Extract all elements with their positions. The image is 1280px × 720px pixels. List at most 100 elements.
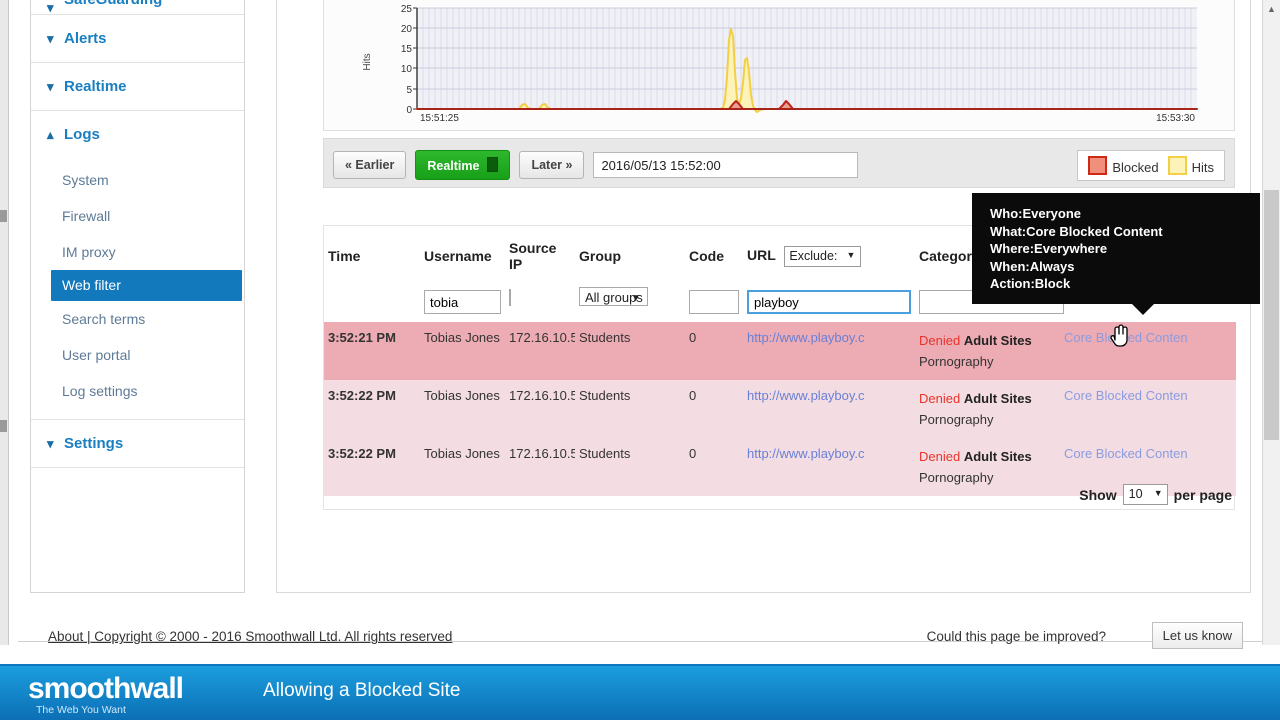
table-row[interactable]: 3:52:21 PM Tobias Jones 172.16.10.5 Stud… xyxy=(324,322,1237,380)
cell-code: 0 xyxy=(685,322,743,380)
cell-time: 3:52:21 PM xyxy=(324,322,420,380)
url-link[interactable]: http://www.playboy.c xyxy=(747,446,865,461)
sidebar-group-label: Alerts xyxy=(64,30,107,47)
cell-category: Denied Adult Sites Pornography xyxy=(915,322,1060,380)
copyright-text[interactable]: About | Copyright © 2000 - 2016 Smoothwa… xyxy=(48,629,452,644)
pause-icon xyxy=(487,157,499,172)
column-header-group[interactable]: Group xyxy=(575,226,685,282)
cell-url[interactable]: http://www.playboy.c xyxy=(743,438,915,496)
svg-text:15:53:30: 15:53:30 xyxy=(1156,113,1195,124)
status-denied: Denied xyxy=(919,449,961,464)
cell-username: Tobias Jones xyxy=(420,322,505,380)
sidebar-group-alerts[interactable]: ▾ Alerts xyxy=(31,15,244,63)
sidebar-group-logs[interactable]: ▴ Logs xyxy=(31,111,244,158)
sidebar-navigation: ▾ SafeGuarding ▾ Alerts ▾ Realtime ▴ xyxy=(30,0,245,593)
rule-link[interactable]: Core Blocked Conten xyxy=(1064,388,1188,403)
vertical-scrollbar[interactable]: ▲ xyxy=(1262,0,1280,645)
per-page-select[interactable]: 10 ▼ xyxy=(1122,484,1168,505)
url-filter-mode-value: Exclude: xyxy=(789,248,838,263)
left-edge-marker xyxy=(0,210,7,222)
url-filter-mode-select[interactable]: Exclude: ▼ xyxy=(784,245,862,267)
sidebar-group-settings[interactable]: ▾ Settings xyxy=(31,420,244,468)
code-filter-input[interactable] xyxy=(689,290,739,314)
sidebar-group-label: Logs xyxy=(64,126,100,143)
url-filter-input[interactable] xyxy=(747,290,911,314)
tooltip-arrow-icon xyxy=(1132,303,1154,315)
column-header-time[interactable]: Time xyxy=(324,226,420,282)
username-filter-input[interactable] xyxy=(424,290,501,314)
rule-link[interactable]: Core Blocked Conten xyxy=(1064,446,1188,461)
sidebar-logs-submenu: System Firewall IM proxy Web filter Sear… xyxy=(31,158,244,420)
sidebar-item-firewall[interactable]: Firewall xyxy=(31,198,244,234)
url-link[interactable]: http://www.playboy.c xyxy=(747,388,865,403)
status-denied: Denied xyxy=(919,333,961,348)
sidebar-item-system[interactable]: System xyxy=(31,162,244,198)
sidebar-group-realtime[interactable]: ▾ Realtime xyxy=(31,63,244,111)
feedback-question: Could this page be improved? xyxy=(926,629,1106,644)
sidebar-group-label: Settings xyxy=(64,435,124,452)
cell-url[interactable]: http://www.playboy.c xyxy=(743,380,915,438)
later-button[interactable]: Later » xyxy=(519,151,585,179)
category-name: Adult Sites xyxy=(963,449,1032,464)
sidebar-item-web-filter[interactable]: Web filter xyxy=(51,270,242,301)
legend-item-blocked: Blocked xyxy=(1088,156,1159,175)
svg-text:5: 5 xyxy=(406,85,412,96)
subcategory-name: Pornography xyxy=(919,470,994,485)
cell-category: Denied Adult Sites Pornography xyxy=(915,380,1060,438)
tooltip-line-what: What:Core Blocked Content xyxy=(990,223,1163,239)
filter-cell-code xyxy=(685,282,743,322)
table-row[interactable]: 3:52:22 PM Tobias Jones 172.16.10.5 Stud… xyxy=(324,380,1237,438)
filter-cell-time xyxy=(324,282,420,322)
cell-rule[interactable]: Core Blocked Conten xyxy=(1060,380,1237,438)
page-body: ▾ SafeGuarding ▾ Alerts ▾ Realtime ▴ xyxy=(9,0,1270,649)
datetime-input[interactable]: 2016/05/13 15:52:00 xyxy=(593,152,859,178)
svg-text:15:51:25: 15:51:25 xyxy=(420,113,459,124)
chevron-down-icon: ▾ xyxy=(47,30,54,46)
scrollbar-thumb[interactable] xyxy=(1264,190,1279,440)
column-header-code[interactable]: Code xyxy=(685,226,743,282)
sidebar-group-safeguarding[interactable]: ▾ SafeGuarding xyxy=(31,0,244,15)
svg-text:Hits: Hits xyxy=(362,53,373,70)
sidebar-group-label: Realtime xyxy=(64,78,127,95)
column-header-source-ip[interactable]: Source IP xyxy=(505,226,575,282)
left-edge-strip xyxy=(0,0,9,645)
chevron-down-icon: ▼ xyxy=(630,293,641,304)
cell-rule[interactable]: Core Blocked Conten xyxy=(1060,322,1237,380)
sidebar-item-log-settings[interactable]: Log settings xyxy=(31,373,244,409)
url-link[interactable]: http://www.playboy.c xyxy=(747,330,865,345)
scroll-up-arrow-icon[interactable]: ▲ xyxy=(1263,0,1280,17)
show-label: Show xyxy=(1079,486,1117,503)
subcategory-name: Pornography xyxy=(919,412,994,427)
cell-username: Tobias Jones xyxy=(420,438,505,496)
svg-text:15: 15 xyxy=(401,44,413,55)
cell-group: Students xyxy=(575,380,685,438)
sidebar-item-label: Firewall xyxy=(62,208,111,224)
source-ip-filter-select[interactable]: ▼ xyxy=(509,289,511,306)
cell-code: 0 xyxy=(685,438,743,496)
per-page-value: 10 xyxy=(1128,487,1143,501)
filter-cell-url xyxy=(743,282,915,322)
cell-source-ip: 172.16.10.5 xyxy=(505,438,575,496)
category-name: Adult Sites xyxy=(963,333,1032,348)
sidebar-item-im-proxy[interactable]: IM proxy xyxy=(31,234,244,270)
sidebar-item-label: System xyxy=(62,172,109,188)
page-footer: About | Copyright © 2000 - 2016 Smoothwa… xyxy=(30,620,1251,666)
realtime-button-label: Realtime xyxy=(427,159,480,173)
svg-text:25: 25 xyxy=(401,4,413,15)
svg-text:10: 10 xyxy=(401,64,413,75)
rule-details-tooltip: Who:Everyone What:Core Blocked Content W… xyxy=(972,193,1260,315)
smoothwall-tagline: The Web You Want xyxy=(36,704,126,716)
sidebar-item-user-portal[interactable]: User portal xyxy=(31,337,244,373)
realtime-button[interactable]: Realtime xyxy=(415,150,511,180)
sidebar-item-search-terms[interactable]: Search terms xyxy=(31,301,244,337)
filter-cell-source-ip: ▼ xyxy=(505,282,575,322)
group-filter-select[interactable]: All groups ▼ xyxy=(579,287,648,306)
column-header-username[interactable]: Username xyxy=(420,226,505,282)
earlier-button[interactable]: « Earlier xyxy=(333,151,407,179)
let-us-know-button[interactable]: Let us know xyxy=(1151,622,1243,649)
cell-url[interactable]: http://www.playboy.c xyxy=(743,322,915,380)
chevron-down-icon: ▼ xyxy=(846,249,856,260)
sidebar-item-label: User portal xyxy=(62,347,131,363)
brand-bar: smoothwall The Web You Want Allowing a B… xyxy=(0,666,1280,720)
legend-swatch-hits xyxy=(1167,156,1187,175)
